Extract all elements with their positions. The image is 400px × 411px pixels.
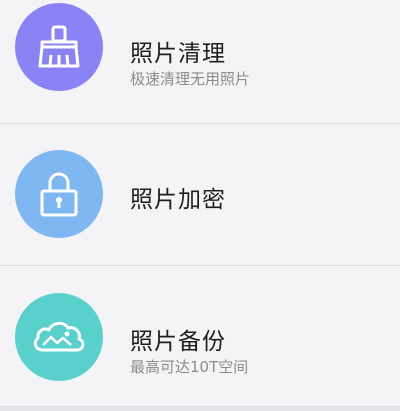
divider: [0, 406, 400, 411]
list-item-photo-encryption[interactable]: 照片加密: [0, 124, 400, 266]
item-title: 照片备份: [130, 329, 226, 355]
list-item-photo-backup[interactable]: 照片备份 最高可达10T空间: [0, 266, 400, 407]
item-subtitle: 最高可达10T空间: [130, 358, 249, 376]
list-item-photo-cleanup[interactable]: 照片清理 极速清理无用照片: [0, 0, 400, 124]
divider: [0, 123, 400, 124]
lock-icon: [40, 172, 78, 217]
cloud-icon: [33, 321, 85, 352]
item-title: 照片加密: [130, 187, 226, 213]
photo-encryption-icon-circle: [15, 150, 103, 238]
divider: [0, 265, 400, 266]
feature-list: 照片清理 极速清理无用照片 照片加密 照片备份 最高可达10T空间: [0, 0, 400, 411]
photo-backup-icon-circle: [15, 293, 103, 381]
item-title: 照片清理: [130, 41, 226, 67]
item-subtitle: 极速清理无用照片: [130, 70, 251, 88]
photo-cleanup-icon-circle: [15, 3, 103, 91]
broom-icon: [38, 25, 80, 68]
